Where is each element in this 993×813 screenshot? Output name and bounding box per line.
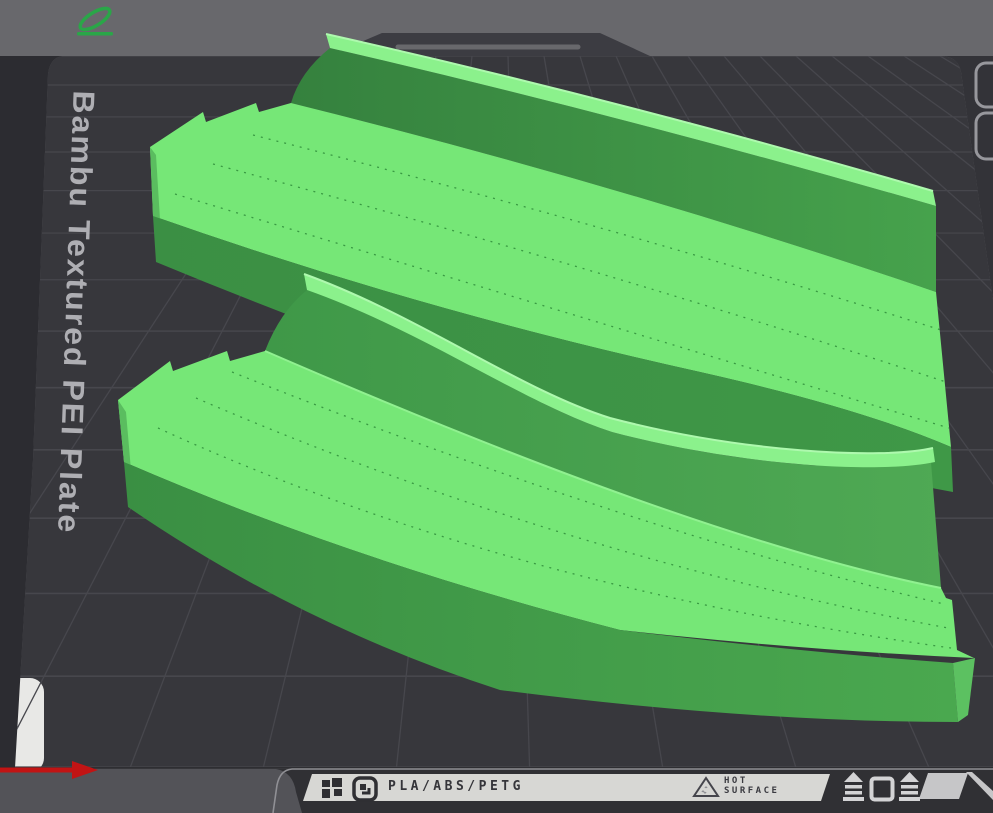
- plate-outline-icon: [869, 776, 895, 802]
- hot-surface-line2: SURFACE: [724, 786, 780, 796]
- pencil-logo-icon: [77, 6, 113, 36]
- warning-triangle-icon: [692, 776, 720, 797]
- eject-arrow-icon: [899, 772, 920, 801]
- hot-surface-line1: HOT: [724, 776, 748, 786]
- hot-surface-label: HOT SURFACE: [724, 776, 779, 796]
- eject-arrow-icon: [843, 772, 864, 801]
- plate-badge-icon: [352, 776, 378, 802]
- plate-3d-scene: [0, 33, 993, 813]
- materials-label: PLA/ABS/PETG: [388, 779, 524, 794]
- bambu-logo-icon: [322, 778, 342, 798]
- slicer-viewport: Bambu Textured PEI Plate PLA/ABS/PETG HO…: [0, 0, 993, 813]
